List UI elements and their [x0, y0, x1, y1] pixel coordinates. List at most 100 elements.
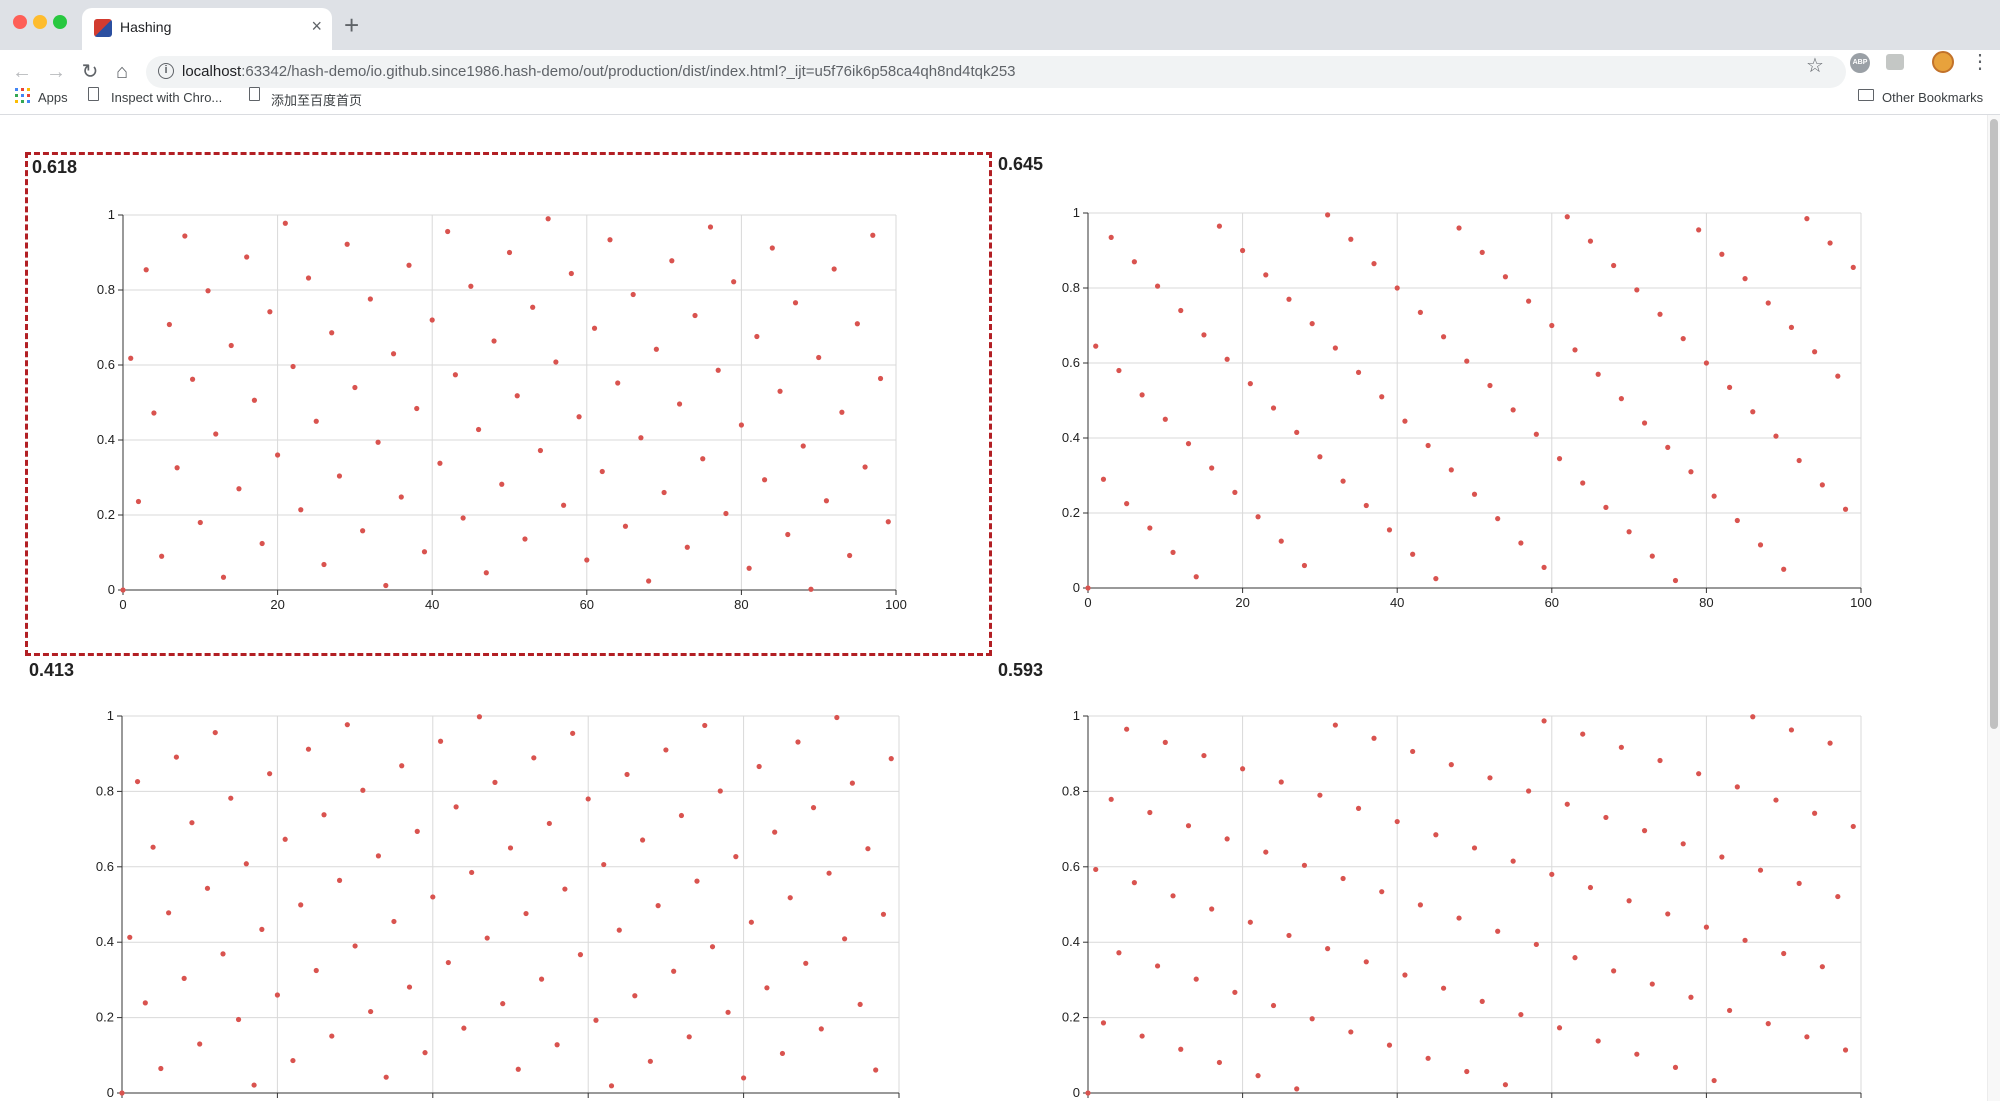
data-point	[1139, 1033, 1145, 1039]
data-point	[1750, 409, 1756, 415]
data-point	[741, 1075, 747, 1081]
forward-arrow-icon[interactable]: →	[44, 60, 68, 84]
data-point	[873, 1067, 879, 1073]
data-point	[414, 405, 420, 412]
other-bookmarks[interactable]: Other Bookmarks	[1882, 90, 1983, 105]
data-point	[570, 730, 576, 736]
data-point	[1773, 433, 1779, 439]
data-point	[1719, 251, 1725, 257]
data-point	[1255, 514, 1261, 520]
data-point	[647, 1058, 653, 1064]
data-point	[1232, 989, 1238, 995]
window-maximize-button[interactable]	[53, 15, 67, 29]
data-point	[220, 951, 226, 957]
data-point	[1124, 726, 1130, 732]
data-point	[1410, 551, 1416, 557]
data-point	[661, 489, 667, 496]
data-point	[352, 384, 358, 391]
bookmark-inspect[interactable]: Inspect with Chro...	[111, 90, 222, 105]
data-point	[282, 836, 288, 842]
menu-dots-icon[interactable]: ⋮	[1970, 50, 1990, 74]
x-tick-label: 40	[425, 597, 439, 612]
data-point	[1672, 577, 1679, 584]
data-point	[1765, 300, 1771, 306]
data-point	[1549, 322, 1555, 329]
scatter-chart-0593[interactable]: 00.20.40.60.81020406080100	[1055, 708, 1875, 1101]
data-point	[181, 975, 187, 981]
bookmark-baidu[interactable]: 添加至百度首页	[271, 90, 362, 109]
data-point	[733, 854, 739, 860]
data-point	[1618, 744, 1624, 750]
browser-tab[interactable]: Hashing ×	[82, 8, 332, 50]
scrollbar-thumb[interactable]	[1990, 119, 1998, 729]
y-tick-label: 0.2	[1062, 505, 1080, 520]
window-close-button[interactable]	[13, 15, 27, 29]
scatter-chart-0645[interactable]: 0 0.2 0.4 0.6 0.8 1 0 20 40 60 80 100	[1055, 203, 1875, 613]
extension-icon[interactable]	[1886, 54, 1904, 70]
data-point	[484, 935, 490, 941]
bookmark-star-icon[interactable]: ☆	[1806, 53, 1824, 78]
data-point	[1162, 416, 1168, 422]
data-point	[632, 993, 638, 999]
data-point	[461, 1025, 467, 1031]
adblock-extension-icon[interactable]: ABP	[1850, 53, 1870, 73]
data-point	[839, 409, 845, 415]
scatter-chart-0413[interactable]: 00.20.40.60.81020406080100	[90, 708, 910, 1101]
data-point	[1850, 823, 1856, 830]
data-point	[128, 355, 134, 361]
data-point	[1201, 752, 1207, 759]
data-point	[236, 486, 242, 492]
data-point	[1116, 367, 1122, 374]
data-point	[1309, 1016, 1315, 1022]
data-point	[375, 853, 382, 859]
data-point	[585, 796, 591, 802]
new-tab-button[interactable]: +	[344, 10, 359, 40]
info-icon[interactable]: i	[158, 63, 174, 79]
data-point	[1533, 431, 1539, 437]
data-point	[885, 519, 891, 525]
data-point	[709, 944, 716, 950]
data-point	[1425, 1055, 1431, 1061]
data-point	[166, 321, 172, 328]
data-point	[235, 1016, 242, 1023]
data-point	[142, 1000, 148, 1006]
home-icon[interactable]: ⌂	[110, 60, 134, 84]
window-minimize-button[interactable]	[33, 15, 47, 29]
data-point	[1510, 407, 1516, 413]
data-point	[421, 549, 428, 555]
x-tick-label: 100	[1850, 595, 1872, 610]
data-point	[562, 886, 568, 892]
data-point	[204, 885, 211, 891]
data-point	[1603, 814, 1609, 821]
data-point	[1734, 784, 1740, 790]
data-point	[336, 877, 343, 883]
data-point	[823, 498, 830, 504]
back-arrow-icon[interactable]: ←	[10, 60, 34, 84]
data-point	[259, 540, 265, 547]
data-point	[1464, 358, 1470, 364]
data-point	[1479, 249, 1485, 255]
scatter-chart-0618[interactable]: 0 0.2 0.4 0.6 0.8 1 0 20 40 60 80 100	[90, 205, 910, 615]
profile-avatar[interactable]	[1932, 51, 1954, 73]
data-point	[723, 510, 729, 517]
data-point	[1340, 478, 1346, 484]
data-point	[274, 992, 280, 998]
page-scrollbar[interactable]	[1987, 115, 2000, 1101]
data-point	[523, 910, 529, 917]
data-point	[1355, 369, 1362, 375]
data-point	[1263, 849, 1269, 855]
data-point	[834, 714, 840, 721]
tab-close-icon[interactable]: ×	[311, 16, 322, 36]
data-point	[445, 959, 451, 966]
url-text[interactable]: localhost:63342/hash-demo/io.github.sinc…	[182, 63, 1016, 80]
data-point	[1580, 731, 1586, 737]
data-point	[591, 325, 598, 331]
data-point	[849, 780, 855, 786]
data-point	[1286, 296, 1292, 302]
data-point	[1634, 1051, 1640, 1057]
reload-icon[interactable]: ↻	[78, 60, 102, 84]
data-point	[847, 552, 853, 559]
data-point	[429, 317, 435, 323]
data-point	[1201, 332, 1207, 338]
bookmark-apps[interactable]: Apps	[38, 90, 68, 105]
